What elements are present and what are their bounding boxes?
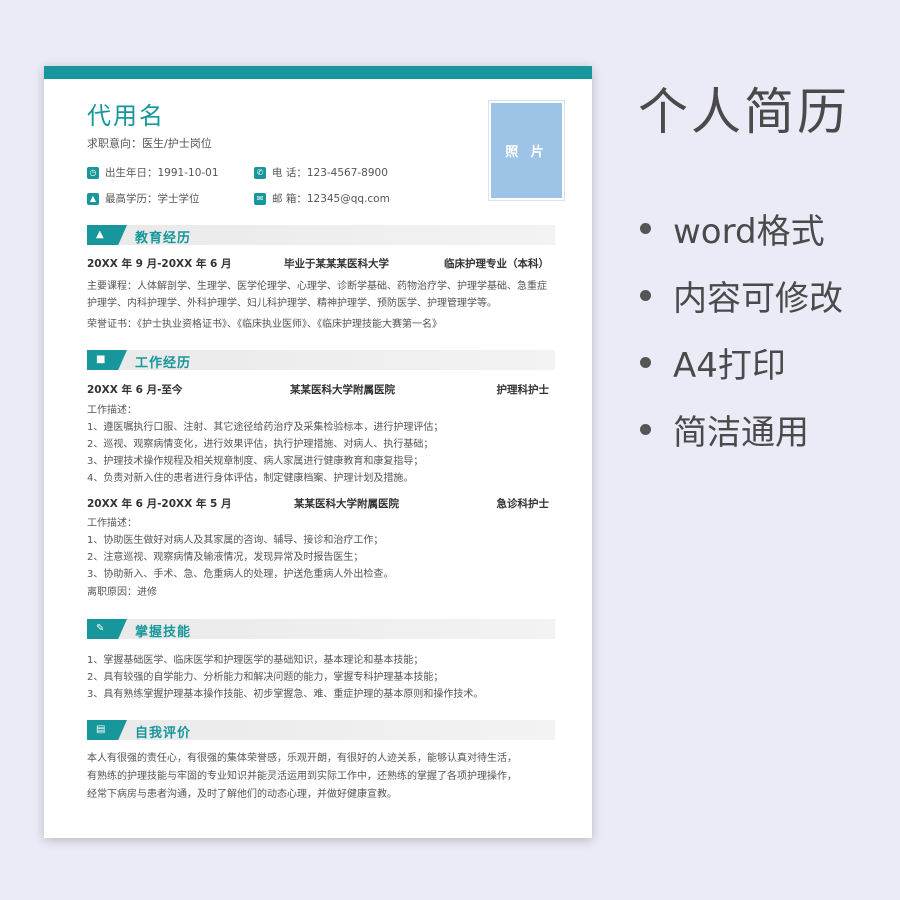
self-eval-title: 自我评价	[135, 726, 192, 741]
courses-line-2: 护理学、内科护理学、外科护理学、妇儿科护理学、精神护理学、预防医学、护理管理学等…	[87, 298, 497, 309]
resume-page: 代用名 求职意向：医生/护士岗位 照 片 ◷ 出生年日：1991-10-01 ✆…	[44, 66, 592, 838]
job2-leave-reason: 离职原因：进修	[87, 587, 157, 598]
promo-bullet-text: A4打印	[673, 346, 786, 386]
bullet-dot	[640, 357, 651, 368]
promo-bullet: word格式	[640, 204, 825, 253]
skills-title: 掌握技能	[135, 625, 192, 640]
email-text: 邮 箱：12345@qq.com	[272, 193, 390, 205]
self-eval-badge: ▤	[87, 720, 127, 740]
graduation-cap-icon: ▲	[96, 229, 104, 240]
bullet-dot	[640, 424, 651, 435]
bullet-dot	[640, 290, 651, 301]
self-eval-text: 本人有很强的责任心，有很强的集体荣誉感，乐观开朗，有很好的人迹关系，能够认真对待…	[87, 750, 557, 804]
promo-bullet: 简洁通用	[640, 405, 809, 454]
phone-info: ✆ 电 话：123-4567-8900	[254, 165, 388, 180]
education-badge: ▲	[87, 225, 127, 245]
skill-item: 2、具有较强的自学能力、分析能力和解决问题的能力，掌握专科护理基本技能；	[87, 672, 444, 683]
section-education: ▲ 教育经历	[87, 225, 555, 246]
job2-item: 3、协助新入、手术、急、危重病人的处理，护送危重病人外出检查。	[87, 569, 394, 580]
job2-item: 2、注意巡视、观察病情及输液情况，发现异常及时报告医生；	[87, 552, 364, 563]
self-eval-line: 有熟练的护理技能与牢固的专业知识并能灵活运用到实际工作中，还熟练的掌握了各项护理…	[87, 771, 517, 782]
self-eval-line: 本人有很强的责任心，有很强的集体荣誉感，乐观开朗，有很好的人迹关系，能够认真对待…	[87, 753, 517, 764]
job2-item: 1、协助医生做好对病人及其家属的咨询、辅导、接诊和治疗工作；	[87, 535, 384, 546]
birth-info: ◷ 出生年日：1991-10-01	[87, 165, 219, 180]
bullet-dot	[640, 223, 651, 234]
promo-bullet: A4打印	[640, 338, 786, 387]
job2-org: 某某医科大学附属医院	[294, 498, 399, 510]
education-date: 20XX 年 9 月-20XX 年 6 月	[87, 258, 232, 270]
job1-role: 护理科护士	[496, 384, 550, 396]
book-icon: ▤	[96, 724, 106, 735]
work-badge: ■	[87, 350, 127, 370]
education-major: 临床护理专业（本科）	[444, 258, 549, 270]
briefcase-icon: ■	[96, 354, 106, 365]
degree-text: 最高学历：学士学位	[105, 193, 200, 205]
birth-text: 出生年日：1991-10-01	[105, 167, 219, 179]
graduation-cap-icon: ▲	[87, 192, 99, 205]
job2-role: 急诊科护士	[496, 498, 550, 510]
job2-desc-label: 工作描述：	[87, 518, 137, 529]
job1-org: 某某医科大学附属医院	[290, 384, 395, 396]
degree-info: ▲ 最高学历：学士学位	[87, 191, 200, 206]
job1-item: 3、护理技术操作规程及相关规章制度、病人家属进行健康教育和康复指导；	[87, 456, 424, 467]
honors-text: 荣誉证书：《护士执业资格证书》、《临床执业医师》、《临床护理技能大赛第一名》	[87, 319, 442, 330]
promo-title: 个人简历	[638, 83, 850, 141]
skill-item: 1、掌握基础医学、临床医学和护理医学的基础知识，基本理论和基本技能；	[87, 655, 424, 666]
job1-date: 20XX 年 6 月-至今	[87, 384, 183, 396]
phone-text: 电 话：123-4567-8900	[272, 167, 388, 179]
phone-icon: ✆	[254, 166, 266, 179]
job1-item: 1、遵医嘱执行口服、注射、其它途径给药治疗及采集检验标本，进行护理评估；	[87, 422, 444, 433]
job-intent: 求职意向：医生/护士岗位	[87, 137, 212, 150]
courses-line-1: 主要课程：人体解剖学、生理学、医学伦理学、心理学、诊断学基础、药物治疗学、护理学…	[87, 281, 547, 292]
promo-bullet-text: 内容可修改	[673, 279, 843, 319]
skills-badge: ✎	[87, 619, 127, 639]
promo-bullet-text: word格式	[673, 212, 825, 252]
education-school: 毕业于某某某医科大学	[284, 258, 389, 270]
education-title: 教育经历	[135, 231, 192, 246]
job1-item: 2、巡视、观察病情变化，进行效果评估，执行护理措施、对病人、执行基础；	[87, 439, 434, 450]
work-title: 工作经历	[135, 356, 192, 371]
edit-icon: ✎	[96, 623, 105, 634]
photo-placeholder: 照 片	[488, 100, 565, 201]
calendar-icon: ◷	[87, 166, 99, 179]
section-self-eval: ▤ 自我评价	[87, 720, 555, 741]
job2-date: 20XX 年 6 月-20XX 年 5 月	[87, 498, 232, 510]
job1-desc-label: 工作描述：	[87, 405, 137, 416]
promo-bullet-text: 简洁通用	[673, 413, 809, 453]
promo-bullet: 内容可修改	[640, 271, 843, 320]
skill-item: 3、具有熟练掌握护理基本操作技能、初步掌握急、难、重症护理的基本原则和操作技术。	[87, 689, 484, 700]
job1-item: 4、负责对新入住的患者进行身体评估，制定健康档案、护理计划及措施。	[87, 473, 414, 484]
resume-name: 代用名	[87, 102, 165, 130]
email-info: ✉ 邮 箱：12345@qq.com	[254, 191, 390, 206]
section-work: ■ 工作经历	[87, 350, 555, 371]
section-skills: ✎ 掌握技能	[87, 619, 555, 640]
mail-icon: ✉	[254, 192, 266, 205]
resume-top-bar	[44, 66, 592, 79]
self-eval-line: 经常下病房与患者沟通，及时了解他们的动态心理，并做好健康宣教。	[87, 789, 397, 800]
